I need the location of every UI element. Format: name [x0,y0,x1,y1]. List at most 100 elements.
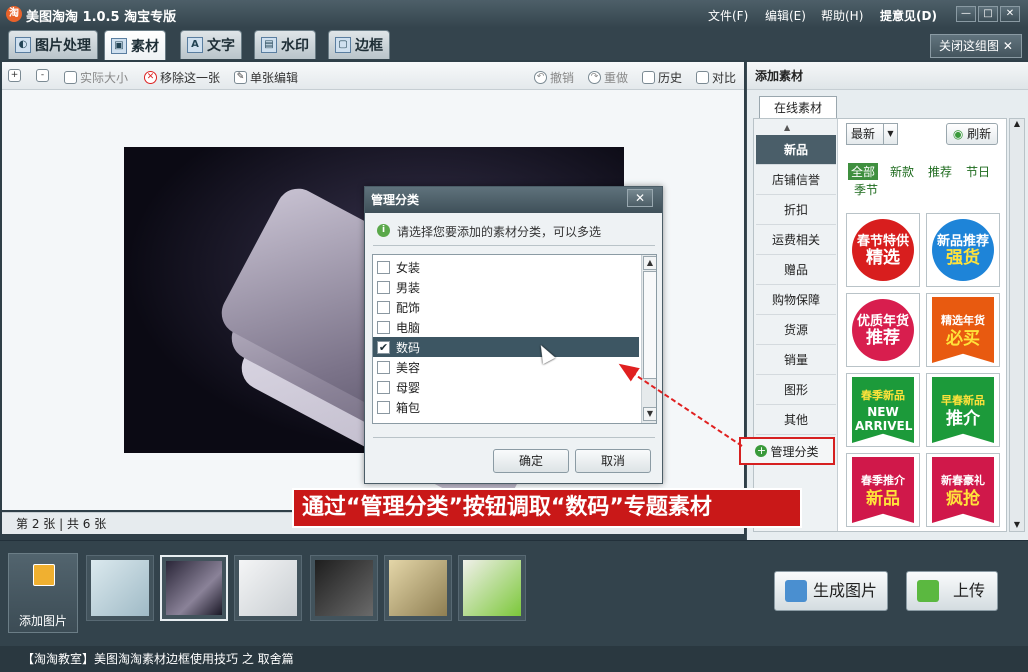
category-new[interactable]: 新品 [756,135,836,165]
checkbox[interactable] [377,300,390,314]
category-item-selected[interactable]: ✔ 数码 [373,337,639,357]
tab-label: 边框 [355,38,383,54]
filter-recommend[interactable]: 推荐 [928,163,952,180]
thumbnail-1[interactable] [86,555,154,621]
category-label: 母婴 [396,380,421,395]
add-picture-label: 添加图片 [18,614,67,628]
menu-file[interactable]: 文件(F) [708,7,748,24]
close-group-button[interactable]: 关闭这组图 ✕ [930,34,1022,58]
category-item[interactable]: 折扣 [756,195,836,225]
single-edit-button[interactable]: ✎ 单张编辑 [234,69,298,86]
tab-label: 文字 [207,38,235,54]
refresh-button[interactable]: ◉ 刷新 [946,123,998,145]
thumbnail-5[interactable] [384,555,452,621]
checkbox-checked[interactable]: ✔ [377,340,390,354]
add-picture-button[interactable]: 添加图片 [8,553,78,633]
category-item[interactable]: 配饰 [373,297,639,317]
category-item[interactable]: 女装 [373,257,639,277]
sticker-thumbnail[interactable]: 春季新品 NEW ARRIVEL [846,373,920,447]
maximize-button[interactable]: □ [978,6,998,22]
category-item[interactable]: 美容 [373,357,639,377]
menu-help[interactable]: 帮助(H) [821,7,863,24]
checkbox[interactable] [377,280,390,294]
remove-icon: ✕ [144,71,157,84]
tab-online-material[interactable]: 在线素材 [759,96,837,118]
thumbnail-image [91,560,149,616]
remove-image-button[interactable]: ✕ 移除这一张 [144,69,220,86]
undo-label: 撤销 [550,71,575,85]
redo-button[interactable]: ↷ 重做 [588,69,628,86]
checkbox[interactable] [377,360,390,374]
zoom-out-button[interactable]: - [36,69,52,82]
category-item[interactable]: 运费相关 [756,225,836,255]
filter-season[interactable]: 季节 [854,181,878,198]
filter-holiday[interactable]: 节日 [966,163,990,180]
scroll-up-arrow-icon[interactable]: ▲ [1010,119,1024,128]
category-item[interactable]: 男装 [373,277,639,297]
scroll-up-arrow-icon[interactable]: ▲ [784,123,790,132]
watermark-icon: ▤ [261,37,277,53]
scroll-up-arrow-icon[interactable]: ▲ [643,256,656,270]
sticker-thumbnail[interactable]: 精选年货 必买 [926,293,1000,367]
cancel-button[interactable]: 取消 [575,449,651,473]
category-item[interactable]: 店铺信誉 [756,165,836,195]
category-item[interactable]: 销量 [756,345,836,375]
compare-button[interactable]: 对比 [696,69,736,86]
sort-dropdown[interactable]: 最新 ▼ [846,123,898,145]
zoom-in-button[interactable]: + [8,69,24,82]
generate-image-button[interactable]: 生成图片 [774,571,888,611]
tab-material[interactable]: ▣ 素材 [104,30,166,60]
sticker-badge: 新春豪礼 疯抢 [932,457,994,523]
thumbnail-4[interactable] [310,555,378,621]
minimize-button[interactable]: — [956,6,976,22]
sticker-thumbnail[interactable]: 早春新品 推介 [926,373,1000,447]
tab-image-process[interactable]: ◐ 图片处理 [8,30,98,59]
panel-scrollbar[interactable]: ▲ ▼ [1009,118,1025,532]
menu-edit[interactable]: 编辑(E) [765,7,806,24]
filter-new-style[interactable]: 新款 [890,163,914,180]
category-item[interactable]: 电脑 [373,317,639,337]
upload-button[interactable]: 上传 [906,571,998,611]
category-item[interactable]: 图形 [756,375,836,405]
thumbnail-3[interactable] [234,555,302,621]
tab-frame[interactable]: ▢ 边框 [328,30,390,59]
scroll-thumb[interactable] [643,271,656,379]
sticker-text: 必买 [946,329,980,349]
zoom-out-icon: - [36,69,49,82]
actual-size-button[interactable]: 实际大小 [64,69,128,86]
scroll-down-arrow-icon[interactable]: ▼ [1010,520,1024,529]
checkbox[interactable] [377,320,390,334]
category-item[interactable]: 箱包 [373,397,639,417]
checkbox[interactable] [377,400,390,414]
thumbnail-2-selected[interactable] [160,555,228,621]
category-item[interactable]: 赠品 [756,255,836,285]
sticker-thumbnail[interactable]: 新品推荐 强货 [926,213,1000,287]
undo-button[interactable]: ↶ 撤销 [534,69,574,86]
tip-text[interactable]: 【淘淘教室】美图淘淘素材边框使用技巧 之 取舍篇 [22,652,294,666]
menu-feedback[interactable]: 提意见(D) [880,7,937,24]
checkbox[interactable] [377,380,390,394]
manage-category-button[interactable]: + 管理分类 [739,437,835,465]
category-item[interactable]: 购物保障 [756,285,836,315]
category-item[interactable]: 母婴 [373,377,639,397]
checkbox[interactable] [377,260,390,274]
category-item[interactable]: 其他 [756,405,836,435]
filter-all[interactable]: 全部 [848,163,879,180]
tip-footer[interactable]: 【淘淘教室】美图淘淘素材边框使用技巧 之 取舍篇 [0,646,1028,672]
tab-watermark[interactable]: ▤ 水印 [254,30,316,59]
scroll-down-arrow-icon[interactable]: ▼ [643,407,656,421]
sticker-badge: 春季推介 新品 [852,457,914,523]
sticker-thumbnail[interactable]: 春季推介 新品 [846,453,920,527]
dialog-close-button[interactable]: ✕ [627,189,653,207]
thumbnail-6[interactable] [458,555,526,621]
sticker-thumbnail[interactable]: 优质年货 推荐 [846,293,920,367]
sticker-thumbnail[interactable]: 新春豪礼 疯抢 [926,453,1000,527]
actual-size-icon [64,71,77,84]
history-button[interactable]: 历史 [642,69,682,86]
list-scrollbar[interactable]: ▲ ▼ [641,255,656,423]
category-item[interactable]: 货源 [756,315,836,345]
ok-button[interactable]: 确定 [493,449,569,473]
tab-text[interactable]: A 文字 [180,30,242,59]
close-window-button[interactable]: ✕ [1000,6,1020,22]
sticker-thumbnail[interactable]: 春节特供 精选 [846,213,920,287]
